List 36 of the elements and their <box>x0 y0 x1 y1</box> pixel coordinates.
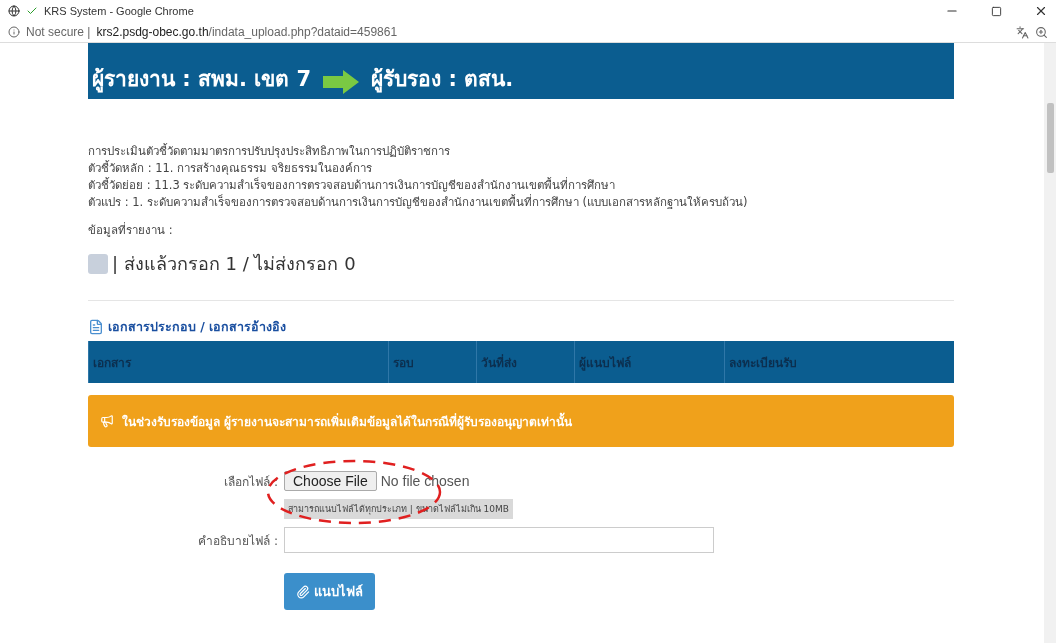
description-label: คำอธิบายไฟล์ : <box>197 532 278 550</box>
info-icon <box>8 26 20 38</box>
column-header: รอบ <box>388 341 476 383</box>
file-status: No file chosen <box>380 473 470 489</box>
column-header: ผู้แนบไฟล์ <box>574 341 724 383</box>
check-icon <box>26 5 38 17</box>
url-text: krs2.psdg-obec.go.th/indata_upload.php?dataid=459861 <box>96 25 398 39</box>
column-header: ลงทะเบียนรับ <box>724 341 954 383</box>
detail-text: ตัวชี้วัดย่อย : 11.3 ระดับความสำเร็จของการตรวจสอบด้านการเงินการบัญชีของสำนักงานเขตพื้นที่การศึกษา <box>88 177 617 194</box>
section-title: เอกสารประกอบ / เอกสารอ้างอิง <box>108 318 287 336</box>
column-header: วันที่ส่ง <box>476 341 574 383</box>
maximize-icon[interactable] <box>991 5 1002 17</box>
detail-text: ตัวชี้วัดหลัก : 11. การสร้างคุณธรรม จริยธรรมในองค์การ <box>88 160 373 177</box>
close-icon[interactable] <box>1034 4 1048 18</box>
file-label: เลือกไฟล์ : <box>223 473 278 491</box>
column-header: เอกสาร <box>88 341 388 383</box>
reporter-text: ผู้รายงาน : สพม. เขต 7 <box>92 66 312 95</box>
scrollbar[interactable] <box>1044 43 1056 643</box>
zoom-icon[interactable] <box>1035 25 1048 39</box>
notice-text: ในช่วงรับรองข้อมูล ผู้รายงานจะสามารถเพิ่มเติมข้อมูลได้ในกรณีที่ผู้รับรองอนุญาตเท่านั้น <box>122 411 573 431</box>
detail-text: การประเมินตัวชี้วัดตามมาตรการปรับปรุงประสิทธิภาพในการปฏิบัติราชการ <box>88 143 451 160</box>
checkbox[interactable] <box>88 253 108 274</box>
document-icon <box>88 319 104 335</box>
globe-icon <box>8 5 20 17</box>
security-label: Not secure | <box>26 25 91 39</box>
choose-file-button[interactable]: Choose File <box>284 471 377 491</box>
reported-text: | ส่งแล้วกรอก 1 / ไม่ส่งกรอก 0 <box>112 252 356 276</box>
paperclip-icon <box>296 584 310 599</box>
megaphone-icon <box>100 414 114 428</box>
attach-button[interactable]: แนบไฟล์ <box>284 573 375 610</box>
window-title: KRS System - Google Chrome <box>44 5 194 17</box>
description-field[interactable] <box>284 527 714 553</box>
certifier-text: ผู้รับรอง : ตสน. <box>371 66 514 95</box>
detail-text: ตัวแปร : 1. ระดับความสำเร็จของการตรวจสอบด้านการเงินการบัญชีของสำนักงานเขตพื้นที่การศึกษา (แบบเอกสารหลักฐานให้ครบถ้วน) <box>88 194 749 211</box>
reported-label: ข้อมูลที่รายงาน : <box>88 221 174 239</box>
translate-icon[interactable] <box>1016 25 1029 39</box>
